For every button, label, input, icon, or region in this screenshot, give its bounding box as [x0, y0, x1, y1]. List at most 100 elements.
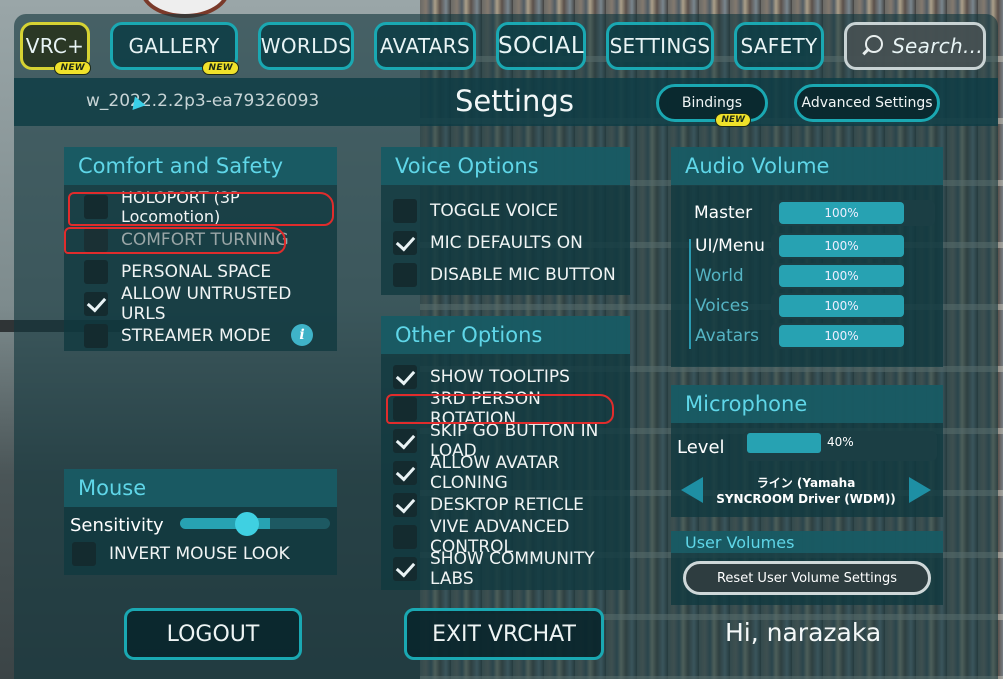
personal-space-toggle[interactable]: PERSONAL SPACE — [84, 258, 271, 286]
mic-defaults-label: MIC DEFAULTS ON — [430, 233, 583, 253]
avatar-cloning-label: ALLOW AVATAR CLONING — [430, 453, 560, 493]
ui-volume-label: UI/Menu — [695, 236, 765, 256]
untrusted-urls-label: ALLOW UNTRUSTED URLS — [121, 284, 292, 324]
world-volume-label: World — [695, 266, 744, 286]
mic-device-line2: SYNCROOM Driver (WDM)) — [716, 492, 896, 506]
info-icon[interactable]: i — [291, 324, 313, 346]
community-labs-checkbox[interactable] — [393, 557, 417, 581]
desktop-reticle-toggle[interactable]: DESKTOP RETICLE — [393, 491, 584, 519]
avatar-cloning-toggle[interactable]: ALLOW AVATAR CLONING — [393, 453, 630, 493]
nav-worlds-button[interactable]: WORLDS — [258, 22, 354, 70]
nav-gallery-button[interactable]: GALLERY NEW — [110, 22, 239, 75]
advanced-settings-button[interactable]: Advanced Settings — [794, 84, 940, 122]
voices-volume-label: Voices — [695, 296, 750, 316]
nav-safety-button[interactable]: SAFETY — [734, 22, 824, 70]
mic-device-prev-icon[interactable] — [681, 477, 703, 503]
nav-social-button[interactable]: SOCIAL — [496, 22, 586, 70]
voice-options-section: Voice Options TOGGLE VOICE MIC DEFAULTS … — [381, 147, 630, 295]
nav-vrc-plus-label: VRC+ — [25, 34, 85, 58]
red-annotation-holoport — [68, 192, 334, 226]
voices-volume-slider[interactable]: 100% — [779, 295, 904, 317]
nav-worlds-label: WORLDS — [260, 34, 352, 58]
search-icon — [861, 35, 884, 57]
toggle-voice-checkbox[interactable] — [393, 199, 417, 223]
personal-space-checkbox[interactable] — [84, 260, 108, 284]
show-tooltips-toggle[interactable]: SHOW TOOLTIPS — [393, 363, 570, 391]
disable-mic-button-toggle[interactable]: DISABLE MIC BUTTON — [393, 261, 616, 289]
ui-volume-slider[interactable]: 100% — [779, 235, 904, 257]
nav-avatars-button[interactable]: AVATARS — [374, 22, 476, 70]
new-badge: NEW — [202, 61, 239, 75]
red-annotation-comfort-turning — [64, 227, 286, 254]
toggle-voice-toggle[interactable]: TOGGLE VOICE — [393, 197, 558, 225]
skip-go-button-toggle[interactable]: SKIP GO BUTTON IN LOAD — [393, 421, 630, 461]
vive-advanced-checkbox[interactable] — [393, 525, 417, 549]
bindings-button[interactable]: Bindings NEW — [656, 84, 768, 127]
comfort-safety-heading: Comfort and Safety — [64, 147, 337, 185]
other-options-section: Other Options SHOW TOOLTIPS 3RD PERSON R… — [381, 316, 630, 590]
disable-mic-button-label: DISABLE MIC BUTTON — [430, 265, 616, 285]
other-options-heading: Other Options — [381, 316, 630, 354]
logout-button[interactable]: LOGOUT — [124, 608, 302, 660]
nav-vrc-plus-button[interactable]: VRC+ NEW — [20, 22, 91, 75]
nav-settings-label: SETTINGS — [609, 34, 711, 58]
microphone-section: Microphone Level 40% ライン (Yamaha SYNCROO… — [671, 385, 943, 517]
skip-go-button-checkbox[interactable] — [393, 429, 417, 453]
toggle-voice-label: TOGGLE VOICE — [430, 201, 559, 221]
exit-vrchat-button[interactable]: EXIT VRCHAT — [404, 608, 604, 660]
microphone-heading: Microphone — [671, 385, 943, 423]
logout-label: LOGOUT — [166, 621, 260, 647]
streamer-mode-label: STREAMER MODE — [121, 326, 271, 346]
nav-avatars-label: AVATARS — [380, 34, 470, 58]
user-greeting: Hi, narazaka — [725, 618, 882, 647]
avatars-volume-slider[interactable]: 100% — [779, 325, 904, 347]
personal-space-label: PERSONAL SPACE — [121, 262, 272, 282]
untrusted-urls-toggle[interactable]: ALLOW UNTRUSTED URLS — [84, 284, 337, 324]
mic-defaults-toggle[interactable]: MIC DEFAULTS ON — [393, 229, 583, 257]
voice-options-heading: Voice Options — [381, 147, 630, 185]
sensitivity-slider-thumb[interactable] — [235, 512, 259, 536]
audio-volume-heading: Audio Volume — [671, 147, 943, 185]
audio-volume-section: Audio Volume Master 100% UI/Menu 100% Wo… — [671, 147, 943, 367]
master-volume-slider[interactable]: 100% — [779, 202, 904, 224]
reset-user-volume-button[interactable]: Reset User Volume Settings — [683, 561, 931, 595]
mic-device-next-icon[interactable] — [909, 477, 931, 503]
volume-group-line — [689, 239, 691, 349]
untrusted-urls-checkbox[interactable] — [84, 292, 108, 316]
desktop-reticle-checkbox[interactable] — [393, 493, 417, 517]
master-volume-label: Master — [694, 203, 753, 223]
nav-gallery-label: GALLERY — [128, 34, 220, 58]
mouse-section: Mouse Sensitivity INVERT MOUSE LOOK — [64, 469, 337, 575]
world-volume-slider[interactable]: 100% — [779, 265, 904, 287]
user-volumes-section: User Volumes Reset User Volume Settings — [671, 531, 943, 605]
mouse-heading: Mouse — [64, 469, 337, 507]
community-labs-toggle[interactable]: SHOW COMMUNITY LABS — [393, 549, 630, 589]
new-badge: NEW — [54, 61, 91, 75]
desktop-reticle-label: DESKTOP RETICLE — [430, 495, 584, 515]
show-tooltips-label: SHOW TOOLTIPS — [430, 367, 570, 387]
mic-device-name[interactable]: ライン (Yamaha SYNCROOM Driver (WDM)) — [711, 475, 901, 507]
streamer-mode-checkbox[interactable] — [84, 324, 108, 348]
nav-settings-button[interactable]: SETTINGS — [606, 22, 714, 70]
exit-vrchat-label: EXIT VRCHAT — [432, 621, 576, 647]
mic-defaults-checkbox[interactable] — [393, 231, 417, 255]
disable-mic-button-checkbox[interactable] — [393, 263, 417, 287]
search-button[interactable]: Search... — [844, 22, 986, 70]
sensitivity-label: Sensitivity — [70, 515, 164, 536]
invert-mouse-toggle[interactable]: INVERT MOUSE LOOK — [72, 540, 290, 568]
streamer-mode-toggle[interactable]: STREAMER MODE — [84, 322, 271, 350]
mic-level-meter — [747, 433, 821, 453]
nav-safety-label: SAFETY — [740, 34, 818, 58]
red-annotation-third-person-rotation — [386, 394, 614, 424]
build-version: w_2022.2.2p3-ea79326093 — [86, 91, 320, 111]
search-label: Search... — [892, 34, 983, 58]
new-badge: NEW — [715, 113, 751, 127]
vive-advanced-toggle[interactable]: VIVE ADVANCED CONTROL — [393, 517, 630, 557]
bindings-label: Bindings — [681, 95, 743, 111]
invert-mouse-checkbox[interactable] — [72, 542, 96, 566]
avatar-cloning-checkbox[interactable] — [393, 461, 417, 485]
show-tooltips-checkbox[interactable] — [393, 365, 417, 389]
invert-mouse-label: INVERT MOUSE LOOK — [109, 544, 290, 564]
reset-user-volume-label: Reset User Volume Settings — [716, 570, 897, 586]
avatars-volume-label: Avatars — [695, 326, 760, 346]
